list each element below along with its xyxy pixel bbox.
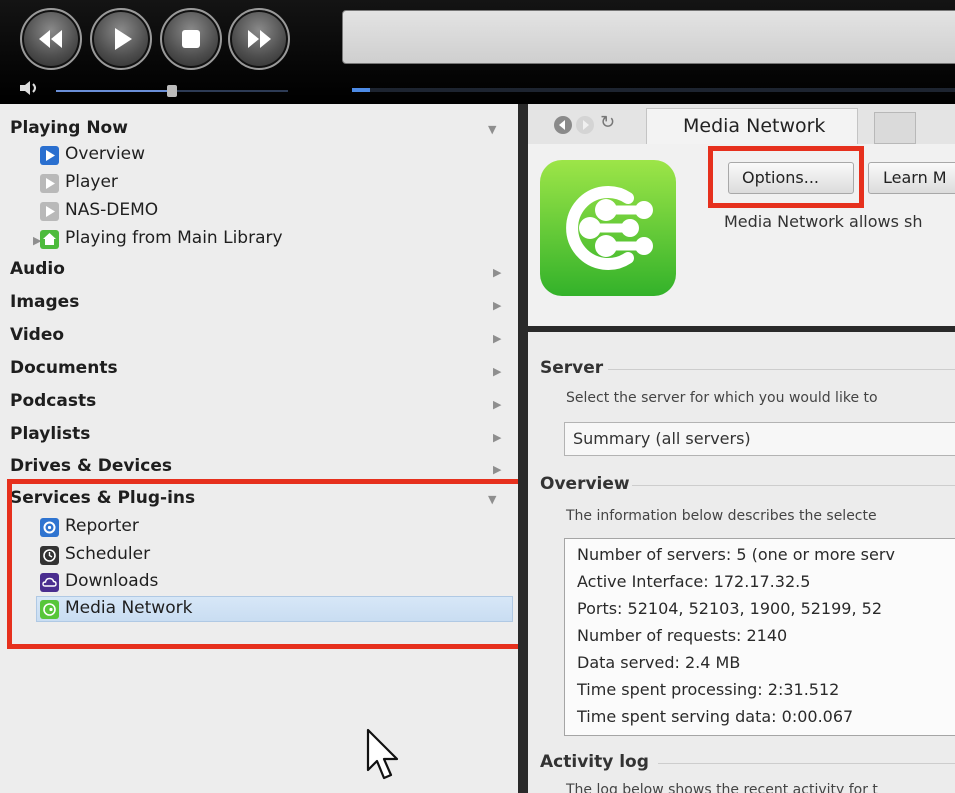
volume-slider[interactable] <box>56 85 288 97</box>
now-playing-display <box>342 10 955 64</box>
forward-button[interactable] <box>576 116 594 134</box>
info-line: Data served: 2.4 MB <box>577 653 741 672</box>
tree-item-label: NAS-DEMO <box>65 200 159 220</box>
overview-info-box: Number of servers: 5 (one or more serv A… <box>564 538 955 736</box>
info-line: Number of servers: 5 (one or more serv <box>577 545 895 564</box>
mouse-cursor-icon <box>366 728 399 780</box>
server-description: Select the server for which you would li… <box>566 390 878 406</box>
collapse-arrow-icon[interactable]: ▼ <box>488 123 496 136</box>
back-arrow-icon <box>559 120 565 130</box>
stop-icon <box>182 30 200 48</box>
expand-arrow-icon[interactable]: ▶ <box>493 266 501 279</box>
content-panel: ↻ Media Network Options... Learn M Media… <box>528 104 955 793</box>
seek-fill <box>352 88 370 92</box>
section-activity-log-heading: Activity log <box>540 752 649 772</box>
tree-item-label: Overview <box>65 144 146 164</box>
server-select[interactable]: Summary (all servers) <box>564 422 955 456</box>
expand-arrow-icon[interactable]: ▶ <box>493 299 501 312</box>
volume-fill <box>56 90 172 92</box>
tree-item-label: Player <box>65 172 118 192</box>
fast-forward-button[interactable] <box>228 8 290 70</box>
highlight-box-options <box>708 146 864 208</box>
tab-bar: ↻ Media Network <box>528 104 955 145</box>
play-button[interactable] <box>90 8 152 70</box>
volume-icon[interactable] <box>18 80 46 96</box>
stop-button[interactable] <box>160 8 222 70</box>
learn-more-button[interactable]: Learn M <box>868 162 955 194</box>
player-icon <box>40 174 59 193</box>
expand-arrow-icon[interactable]: ▶ <box>493 398 501 411</box>
info-line: Active Interface: 172.17.32.5 <box>577 572 811 591</box>
info-line: Number of requests: 2140 <box>577 626 788 645</box>
volume-knob[interactable] <box>167 85 177 97</box>
seek-bar[interactable] <box>352 88 955 92</box>
section-divider <box>632 485 955 486</box>
tree-drives-devices[interactable]: Drives & Devices <box>10 456 172 476</box>
header-separator <box>528 326 955 332</box>
activity-log-description: The log below shows the recent activity … <box>566 782 878 793</box>
back-button[interactable] <box>554 116 572 134</box>
expand-arrow-icon[interactable]: ▶ <box>493 431 501 444</box>
pane-divider[interactable] <box>518 104 528 793</box>
forward-arrow-icon <box>583 120 589 130</box>
tree-video[interactable]: Video <box>10 325 64 345</box>
expand-arrow-icon[interactable]: ▶ <box>493 365 501 378</box>
info-line: Ports: 52104, 52103, 1900, 52199, 52 <box>577 599 882 618</box>
expand-arrow-icon[interactable]: ▶ <box>493 463 501 476</box>
highlight-box-services <box>7 479 529 649</box>
media-network-logo-icon <box>566 186 653 270</box>
media-network-logo <box>540 160 676 296</box>
tree-audio[interactable]: Audio <box>10 259 65 279</box>
overview-icon <box>40 146 59 165</box>
tree-playing-now[interactable]: Playing Now <box>10 118 128 138</box>
play-icon <box>115 28 132 50</box>
info-line: Time spent serving data: 0:00.067 <box>577 707 854 726</box>
tree-images[interactable]: Images <box>10 292 79 312</box>
library-home-icon <box>40 230 59 249</box>
overview-description: The information below describes the sele… <box>566 508 877 524</box>
tab-media-network[interactable]: Media Network <box>646 108 858 145</box>
rewind-button[interactable] <box>20 8 82 70</box>
tree-documents[interactable]: Documents <box>10 358 118 378</box>
fast-forward-icon <box>248 30 271 48</box>
plugin-description: Media Network allows sh <box>724 212 923 231</box>
expand-arrow-icon[interactable]: ▶ <box>493 332 501 345</box>
rewind-icon <box>39 30 62 48</box>
plugin-header: Options... Learn M Media Network allows … <box>528 144 955 330</box>
section-server-heading: Server <box>540 358 604 378</box>
refresh-icon[interactable]: ↻ <box>600 112 615 133</box>
nas-icon <box>40 202 59 221</box>
tab-label: Media Network <box>683 115 826 137</box>
tree-playlists[interactable]: Playlists <box>10 424 90 444</box>
library-tree: Playing Now ▼ Overview Player NAS-DEMO ▶… <box>0 104 529 793</box>
section-divider <box>658 763 955 764</box>
info-line: Time spent processing: 2:31.512 <box>577 680 840 699</box>
new-tab-button[interactable] <box>874 112 916 144</box>
tree-item-label: Playing from Main Library <box>65 228 283 248</box>
tree-podcasts[interactable]: Podcasts <box>10 391 96 411</box>
section-divider <box>608 369 955 370</box>
player-toolbar <box>0 0 955 104</box>
section-overview-heading: Overview <box>540 474 630 494</box>
